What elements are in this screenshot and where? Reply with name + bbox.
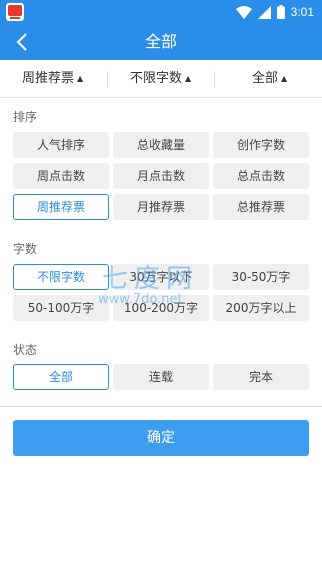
signal-icon: [257, 5, 271, 19]
triangle-up-icon: ▲: [77, 74, 84, 83]
sort-option[interactable]: 总收藏量: [113, 132, 209, 158]
status-option[interactable]: 连载: [113, 364, 209, 390]
filter-tab-sort[interactable]: 周推荐票 ▲: [22, 60, 83, 98]
app-notification-icon: [6, 3, 24, 21]
sort-option[interactable]: 月点击数: [113, 163, 209, 189]
sort-option[interactable]: 总推荐票: [213, 194, 309, 220]
page-title: 全部: [144, 32, 177, 51]
sort-option[interactable]: 周点击数: [13, 163, 109, 189]
divider: [0, 406, 322, 407]
sort-option-selected[interactable]: 周推荐票: [13, 194, 109, 220]
battery-icon: [276, 5, 285, 19]
word-count-option[interactable]: 200万字以上: [213, 295, 309, 321]
status-option[interactable]: 完本: [213, 364, 309, 390]
filter-tab-word-count[interactable]: 不限字数 ▲: [130, 60, 191, 98]
word-count-option[interactable]: 30万字以下: [113, 264, 209, 290]
section-title-word-count: 字数: [13, 242, 38, 256]
word-count-option-selected[interactable]: 不限字数: [13, 264, 109, 290]
sort-option[interactable]: 创作字数: [213, 132, 309, 158]
triangle-up-icon: ▲: [281, 74, 288, 83]
sort-option[interactable]: 人气排序: [13, 132, 109, 158]
word-count-option[interactable]: 100-200万字: [113, 295, 209, 321]
wifi-icon: [235, 5, 252, 19]
status-bar: 3:01: [0, 0, 322, 24]
status-icons: 3:01: [235, 3, 314, 21]
filter-tab-label: 周推荐票: [22, 71, 75, 86]
filter-tab-status[interactable]: 全部 ▲: [252, 60, 287, 98]
confirm-button[interactable]: 确定: [13, 420, 309, 456]
sort-option[interactable]: 总点击数: [213, 163, 309, 189]
filter-divider: [107, 71, 108, 87]
status-option-selected[interactable]: 全部: [13, 364, 109, 390]
filter-bar: 周推荐票 ▲ 不限字数 ▲ 全部 ▲: [0, 60, 322, 98]
section-title-sort: 排序: [13, 110, 38, 124]
section-title-status: 状态: [13, 343, 38, 357]
app-bar: 全部: [0, 24, 322, 60]
filter-tab-label: 不限字数: [130, 71, 183, 86]
filter-divider: [214, 71, 215, 87]
sort-option[interactable]: 月推荐票: [113, 194, 209, 220]
triangle-up-icon: ▲: [185, 74, 192, 83]
filter-tab-label: 全部: [252, 71, 279, 86]
status-time: 3:01: [290, 5, 314, 19]
word-count-option[interactable]: 30-50万字: [213, 264, 309, 290]
word-count-option[interactable]: 50-100万字: [13, 295, 109, 321]
